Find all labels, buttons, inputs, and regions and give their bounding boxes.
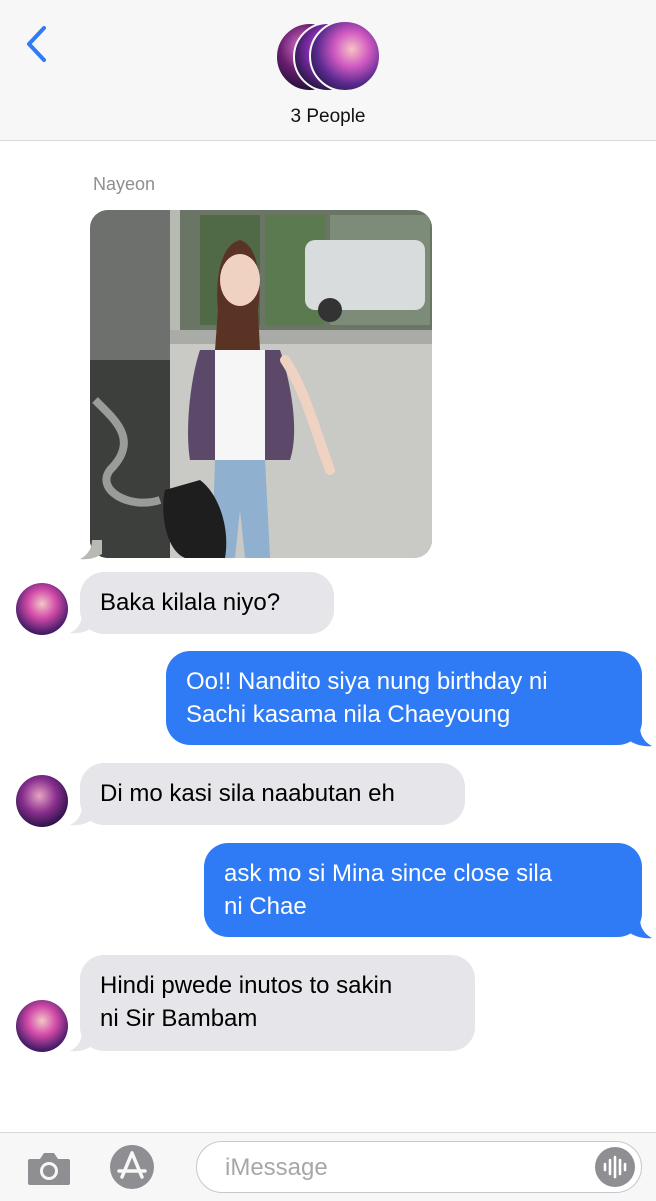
message-text-line: Hindi pwede inutos to sakin — [100, 972, 393, 999]
sender-avatar[interactable] — [16, 1000, 68, 1052]
app-store-icon — [110, 1145, 154, 1189]
message-text: Baka kilala niyo? — [100, 589, 281, 616]
photo-image — [90, 210, 432, 558]
audio-message-button[interactable] — [595, 1147, 635, 1187]
avatar — [309, 20, 381, 92]
app-store-button[interactable] — [108, 1143, 156, 1191]
conversation-header: 3 People — [0, 0, 656, 141]
message-text-line: Sachi kasama nila Chaeyoung — [186, 701, 511, 728]
input-placeholder: iMessage — [225, 1154, 328, 1181]
chevron-left-icon — [27, 26, 46, 62]
outgoing-message[interactable]: ask mo si Mina since close sila ni Chae — [204, 843, 642, 937]
audio-waveform-icon — [603, 1155, 627, 1179]
camera-button[interactable] — [26, 1149, 72, 1189]
outgoing-message[interactable]: Oo!! Nandito siya nung birthday ni Sachi… — [166, 651, 642, 745]
conversation-title[interactable]: 3 People — [0, 106, 656, 128]
message-text: Di mo kasi sila naabutan eh — [100, 780, 395, 807]
incoming-message[interactable]: Baka kilala niyo? — [80, 572, 334, 634]
photo-message[interactable] — [90, 210, 432, 558]
sender-name: Nayeon — [93, 174, 156, 194]
back-button[interactable] — [20, 24, 54, 64]
message-text-line: Oo!! Nandito siya nung birthday ni — [186, 668, 548, 695]
incoming-message[interactable]: Hindi pwede inutos to sakin ni Sir Bamba… — [80, 955, 475, 1051]
composer-bar: iMessage — [0, 1132, 656, 1201]
message-text-line: ask mo si Mina since close sila — [224, 860, 553, 887]
photo-bubble-tail — [80, 540, 102, 560]
incoming-message[interactable]: Di mo kasi sila naabutan eh — [80, 763, 465, 825]
group-avatars[interactable] — [275, 20, 385, 94]
imessage-input[interactable]: iMessage — [196, 1141, 642, 1193]
sender-avatar[interactable] — [16, 775, 68, 827]
camera-icon — [28, 1153, 70, 1185]
sender-avatar[interactable] — [16, 583, 68, 635]
message-text-line: ni Chae — [224, 893, 307, 920]
message-text-line: ni Sir Bambam — [100, 1005, 258, 1032]
